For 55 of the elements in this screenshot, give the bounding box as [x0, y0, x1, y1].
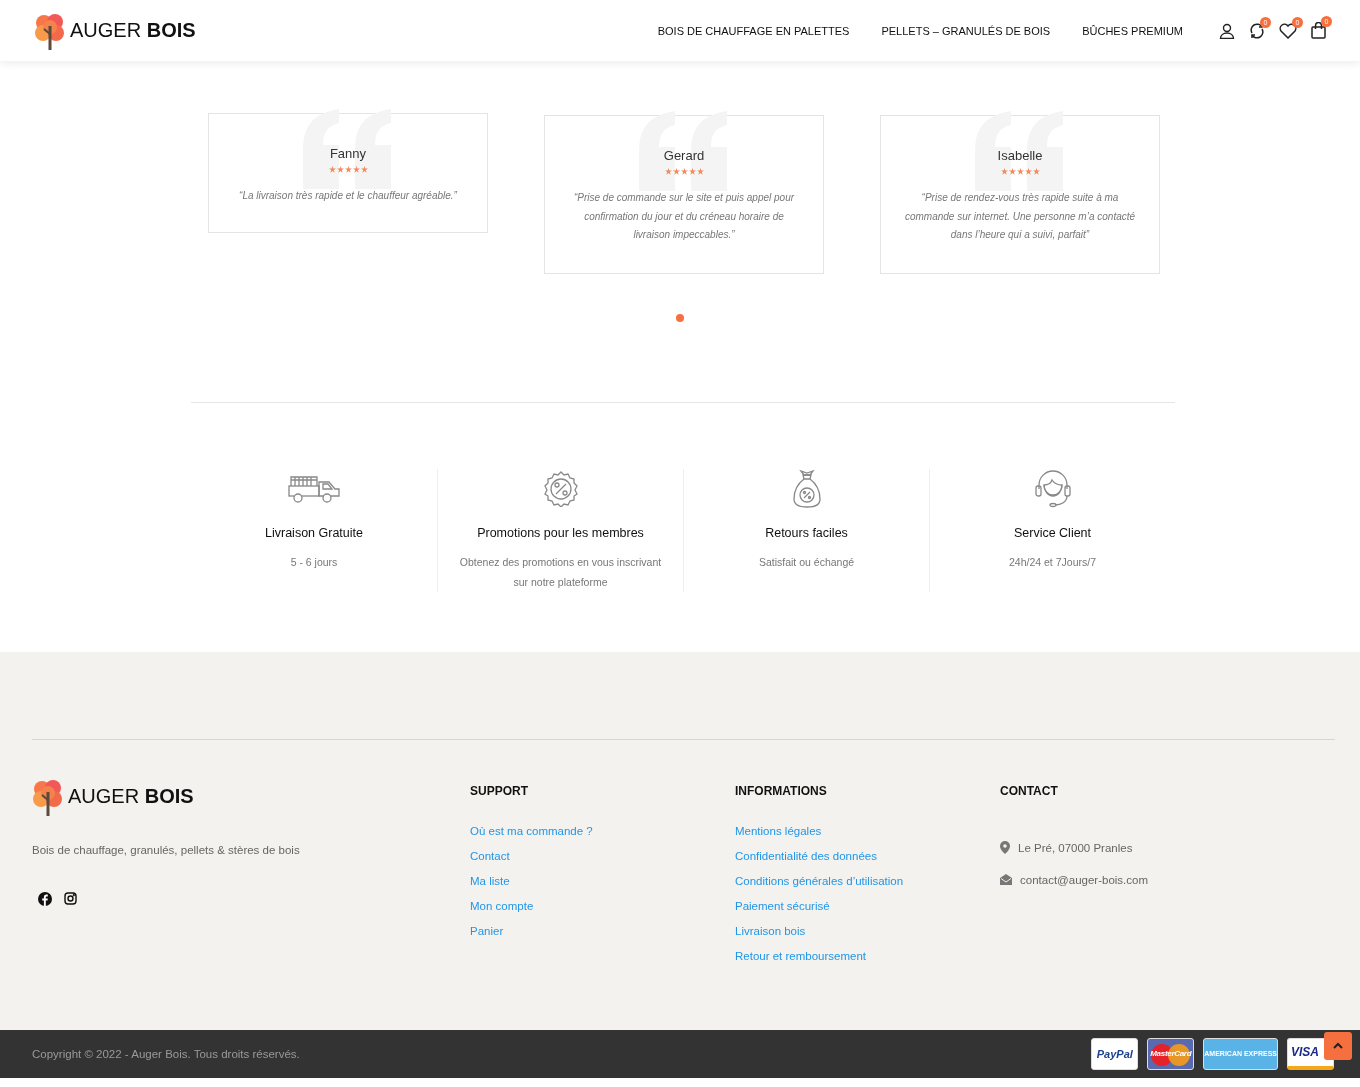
compare-icon[interactable]	[1249, 22, 1265, 39]
testimonial-quote: “Prise de commande sur le site et puis appel pour confirmation du jour et du créneau horaire de livraison impeccables.”	[572, 191, 796, 242]
discount-badge-icon	[542, 470, 579, 507]
footer-link[interactable]: Mon compte	[470, 899, 534, 912]
contact-detail: contact@auger-bois.com	[1020, 873, 1148, 886]
feature-title: Livraison Gratuite	[265, 525, 363, 540]
footer-link[interactable]: Retour et remboursement	[735, 949, 867, 962]
footer-link[interactable]: Mentions légales	[735, 824, 822, 837]
brand-name[interactable]: AUGER BOIS	[68, 785, 194, 808]
footer-tagline: Bois de chauffage, granulés, pellets & stères de bois	[32, 843, 301, 856]
instagram-icon[interactable]	[64, 892, 77, 905]
footer-link[interactable]: Conditions générales d’utilisation	[735, 874, 904, 887]
footer-link[interactable]: Ma liste	[470, 874, 510, 887]
bag-icon[interactable]	[1311, 22, 1326, 39]
caret-up-icon	[1333, 1042, 1343, 1049]
footer-link[interactable]: Paiement sécurisé	[735, 899, 830, 912]
feature-title: Retours faciles	[765, 525, 848, 540]
nav-link[interactable]: PELLETS – GRANULÉS DE BOIS	[881, 24, 1051, 37]
footer-link[interactable]: Livraison bois	[735, 924, 806, 937]
carousel-dot[interactable]	[676, 313, 684, 322]
feature-description: 24h/24 et 7Jours/7	[1009, 554, 1096, 570]
footer-column-heading: INFORMATIONS	[735, 783, 828, 798]
nav-link[interactable]: BOIS DE CHAUFFAGE EN PALETTES	[657, 24, 850, 37]
location-pin-icon	[1000, 841, 1010, 854]
scroll-to-top-button[interactable]	[1324, 1031, 1352, 1060]
facebook-icon[interactable]	[38, 891, 52, 906]
copyright-text: Copyright © 2022 - Auger Bois. Tous droits réservés.	[32, 1047, 300, 1060]
footer-column-heading: CONTACT	[1000, 783, 1059, 798]
truck-icon	[287, 473, 341, 504]
brand-name[interactable]: AUGER BOIS	[70, 19, 196, 42]
user-icon[interactable]	[1219, 22, 1235, 39]
headset-icon	[1033, 468, 1072, 509]
feature-description: Satisfait ou échangé	[758, 554, 855, 570]
footer-link[interactable]: Contact	[470, 849, 510, 862]
envelope-icon	[1000, 874, 1012, 885]
testimonial-quote: “Prise de rendez-vous très rapide suite à ma commande sur internet. Une personne m’a contacté dans l’heure qui a suivi, parfait”	[903, 191, 1137, 242]
feature-description: 5 - 6 jours	[290, 554, 338, 570]
reviewer-name: Gerard	[663, 148, 705, 163]
footer-link[interactable]: Panier	[470, 924, 504, 937]
footer-column-heading: SUPPORT	[470, 783, 529, 798]
feature-title: Service Client	[1013, 525, 1092, 540]
nav-link[interactable]: BÛCHES PREMIUM	[1082, 24, 1183, 37]
reviewer-name: Fanny	[329, 146, 367, 161]
feature-description: Obtenez des promotions en vous inscrivant sur notre plateforme	[458, 554, 663, 590]
tree-logo-icon	[34, 11, 66, 50]
payment-logo: PayPal	[1091, 1037, 1139, 1070]
footer-link[interactable]: Où est ma commande ?	[470, 824, 593, 837]
heart-icon[interactable]	[1279, 22, 1297, 39]
reviewer-name: Isabelle	[997, 148, 1043, 163]
money-bag-icon	[791, 468, 822, 509]
footer-link[interactable]: Confidentialité des données	[735, 849, 877, 862]
feature-title: Promotions pour les membres	[477, 525, 644, 540]
testimonial-quote: “La livraison très rapide et le chauffeur agréable.”	[238, 189, 458, 203]
tree-logo-icon	[32, 777, 64, 816]
contact-detail: Le Pré, 07000 Pranles	[1018, 841, 1133, 854]
